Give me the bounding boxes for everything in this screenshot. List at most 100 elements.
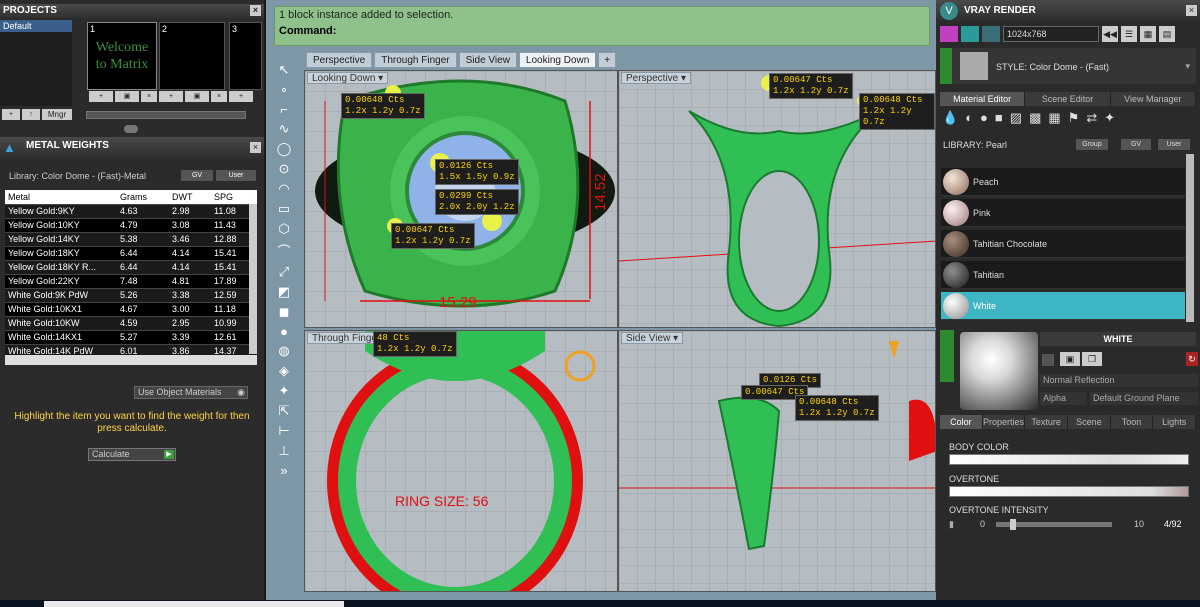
rewind-icon[interactable]: ◀◀ (1102, 26, 1118, 42)
polygon-icon[interactable]: ⬡ (278, 221, 289, 237)
viewport-label-looking-down[interactable]: Looking Down ▾ (307, 72, 389, 84)
tab-looking-down[interactable]: Looking Down (518, 52, 597, 68)
close-icon[interactable]: × (250, 5, 261, 16)
project-item-default[interactable]: Default (0, 20, 72, 32)
splitter-handle[interactable] (124, 125, 138, 133)
viewport-looking-down[interactable]: 15.29 14.52 Looking Down ▾ 0.00648 Cts 1.… (304, 70, 618, 328)
taskbar-item[interactable] (44, 601, 344, 607)
polyline-icon[interactable]: ⌐ (280, 102, 288, 117)
group-toggle[interactable]: Group (1076, 139, 1108, 150)
material-item-pink[interactable]: Pink (941, 199, 1185, 227)
viewport-label-perspective[interactable]: Perspective ▾ (621, 72, 692, 84)
add-icon[interactable]: + (89, 91, 113, 102)
grid-icon[interactable]: ▦ (1140, 26, 1156, 42)
refresh-icon[interactable]: ↻ (1186, 352, 1198, 366)
overtone-slider[interactable] (949, 486, 1189, 497)
col-metal[interactable]: Metal (5, 190, 117, 205)
save-icon[interactable]: ▣ (1060, 352, 1080, 366)
settings-icon[interactable]: ▤ (1159, 26, 1175, 42)
material-item-peach[interactable]: Peach (941, 168, 1185, 196)
sphere-icon[interactable]: ● (980, 110, 988, 126)
list-icon[interactable]: ☰ (1121, 26, 1137, 42)
more-icon[interactable]: » (280, 463, 287, 478)
tab-perspective[interactable]: Perspective (306, 52, 373, 68)
col-spg[interactable]: SPG (211, 190, 257, 205)
user-toggle[interactable]: User (216, 170, 256, 181)
tab-color[interactable]: Color (940, 415, 983, 429)
reflection-select[interactable]: Normal Reflection (1040, 374, 1198, 387)
add-icon[interactable]: + (229, 91, 253, 102)
table-row[interactable]: White Gold:10KX1 4.67 3.00 11.18 (5, 302, 257, 317)
material-item-tahitian-chocolate[interactable]: Tahitian Chocolate (941, 230, 1185, 258)
table-row[interactable]: White Gold:10KW 4.59 2.95 10.99 (5, 316, 257, 331)
style-label[interactable]: STYLE: Color Dome - (Fast) (996, 62, 1109, 72)
material-list-scrollbar[interactable] (1186, 154, 1194, 322)
close-icon[interactable]: × (250, 142, 261, 153)
material-item-tahitian[interactable]: Tahitian (941, 261, 1185, 289)
transform-icon[interactable]: ⤢ (279, 264, 289, 280)
tab-material-editor[interactable]: Material Editor (940, 92, 1026, 106)
table-scrollbar[interactable] (249, 204, 257, 354)
transfer-icon[interactable]: ⇄ (1086, 110, 1097, 126)
texture-icon[interactable]: ▩ (1029, 110, 1041, 126)
shape-icon[interactable]: ◐ (965, 110, 973, 126)
table-row[interactable]: Yellow Gold:18KY 6.44 4.14 15.41 (5, 246, 257, 261)
render-region-icon[interactable] (961, 26, 979, 42)
table-row[interactable]: Yellow Gold:18KY R... 6.44 4.14 15.41 (5, 260, 257, 275)
box-icon[interactable]: ◼ (279, 304, 290, 320)
copy-icon[interactable]: ❐ (1082, 352, 1102, 366)
curve-icon[interactable]: ∿ (279, 121, 290, 137)
new-project-icon[interactable]: + (2, 109, 20, 120)
light-icon[interactable]: ✦ (1104, 110, 1115, 126)
save-icon[interactable]: ▣ (185, 91, 209, 102)
tab-texture[interactable]: Texture (1025, 415, 1069, 429)
drop-icon[interactable]: 💧 (942, 110, 958, 126)
surface-icon[interactable]: ◩ (278, 284, 290, 300)
tab-toon[interactable]: Toon (1111, 415, 1154, 429)
dimension-icon[interactable]: ⊢ (278, 423, 289, 439)
rectangle-icon[interactable]: ▭ (278, 201, 290, 217)
material-item-white[interactable]: White (941, 292, 1185, 320)
render-icon[interactable] (940, 26, 958, 42)
project-scrollbar[interactable] (86, 111, 246, 119)
tab-scene[interactable]: Scene (1068, 415, 1111, 429)
project-slot-2[interactable]: 2 (159, 22, 225, 90)
viewport-perspective[interactable]: Perspective ▾ 0.00647 Cts 1.2x 1.2y 0.7z … (618, 70, 936, 328)
table-row[interactable]: Yellow Gold:10KY 4.79 3.08 11.43 (5, 218, 257, 233)
viewport-side-view[interactable]: Side View ▾ 0.0126 Cts 0.00647 Cts 0.006… (618, 330, 936, 592)
analyze-icon[interactable]: ⊥ (278, 443, 289, 459)
alpha-toggle[interactable]: Alpha (1040, 392, 1086, 405)
up-arrow-icon[interactable]: ↑ (22, 109, 40, 120)
viewport-through-finger[interactable]: RING SIZE: 56 Through Finger ▾ 48 Cts1.2… (304, 330, 618, 592)
body-color-slider[interactable] (949, 454, 1189, 465)
cylinder-icon[interactable]: ◍ (278, 343, 289, 359)
chevron-down-icon[interactable]: ▾ (1185, 61, 1190, 72)
command-line[interactable]: Command: (275, 23, 929, 39)
ground-plane-select[interactable]: Default Ground Plane (1090, 392, 1198, 405)
table-row[interactable]: Yellow Gold:14KY 5.38 3.46 12.88 (5, 232, 257, 247)
delete-icon[interactable]: × (211, 91, 227, 102)
manager-button[interactable]: Mngr (42, 109, 72, 120)
gv-toggle[interactable]: GV (181, 170, 213, 181)
extrude-icon[interactable]: ◈ (279, 363, 289, 379)
table-row[interactable]: White Gold:9K PdW 5.26 3.38 12.59 (5, 288, 257, 303)
table-hscrollbar[interactable] (5, 355, 257, 365)
point-icon[interactable]: ∘ (280, 82, 288, 98)
tab-view-manager[interactable]: View Manager (1111, 92, 1196, 106)
select-arrow-icon[interactable]: ↖ (279, 62, 290, 78)
table-row[interactable]: Yellow Gold:22KY 7.48 4.81 17.89 (5, 274, 257, 289)
camera-icon[interactable] (982, 26, 1000, 42)
fillet-icon[interactable]: ⌒ (277, 241, 290, 260)
pattern-icon[interactable]: ▨ (1010, 110, 1022, 126)
move-icon[interactable]: ⇱ (279, 403, 290, 419)
bookmark-icon[interactable]: ⚑ (1068, 110, 1080, 126)
tab-through-finger[interactable]: Through Finger (374, 52, 457, 68)
table-row[interactable]: Yellow Gold:9KY 4.63 2.98 11.08 (5, 204, 257, 219)
add-tab-icon[interactable]: + (598, 52, 617, 68)
project-slot-3[interactable]: 3 (229, 22, 262, 90)
gv-toggle[interactable]: GV (1121, 139, 1151, 150)
circle-icon[interactable]: ◯ (277, 141, 292, 157)
sphere-icon[interactable]: ● (280, 324, 288, 339)
tab-scene-editor[interactable]: Scene Editor (1025, 92, 1111, 106)
col-dwt[interactable]: DWT (169, 190, 211, 205)
